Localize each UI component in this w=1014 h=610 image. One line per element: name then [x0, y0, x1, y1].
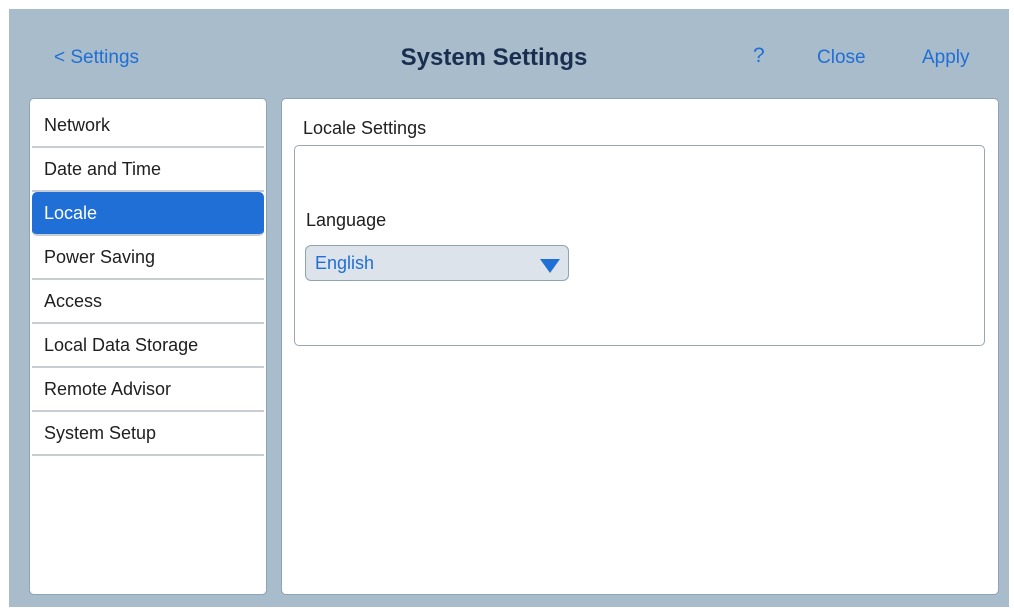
sidebar-item-system-setup[interactable]: System Setup: [32, 412, 264, 456]
sidebar-item-remote-advisor[interactable]: Remote Advisor: [32, 368, 264, 412]
sidebar-item-access[interactable]: Access: [32, 280, 264, 324]
apply-button[interactable]: Apply: [922, 47, 970, 69]
locale-settings-group: Language English: [294, 145, 985, 346]
main-content-panel: Locale Settings Language English: [281, 98, 999, 595]
settings-sidebar: Network Date and Time Locale Power Savin…: [29, 98, 267, 595]
sidebar-item-local-data-storage[interactable]: Local Data Storage: [32, 324, 264, 368]
help-icon[interactable]: ?: [753, 44, 765, 68]
top-bar: < Settings System Settings ? Close Apply: [9, 9, 1009, 97]
language-selected-value: English: [315, 253, 375, 273]
sidebar-item-network[interactable]: Network: [32, 104, 264, 148]
sidebar-item-power-saving[interactable]: Power Saving: [32, 236, 264, 280]
sidebar-item-date-and-time[interactable]: Date and Time: [32, 148, 264, 192]
section-title: Locale Settings: [303, 118, 427, 138]
sidebar-item-locale[interactable]: Locale: [32, 192, 264, 236]
settings-nav-list: Network Date and Time Locale Power Savin…: [32, 104, 264, 456]
triangle-down-icon: [540, 259, 560, 273]
close-button[interactable]: Close: [817, 47, 866, 69]
language-select[interactable]: English: [305, 245, 569, 281]
back-to-settings-link[interactable]: < Settings: [54, 47, 139, 69]
page-title: System Settings: [400, 44, 588, 71]
language-label: Language: [306, 210, 387, 230]
app-window: < Settings System Settings ? Close Apply…: [9, 9, 1009, 607]
